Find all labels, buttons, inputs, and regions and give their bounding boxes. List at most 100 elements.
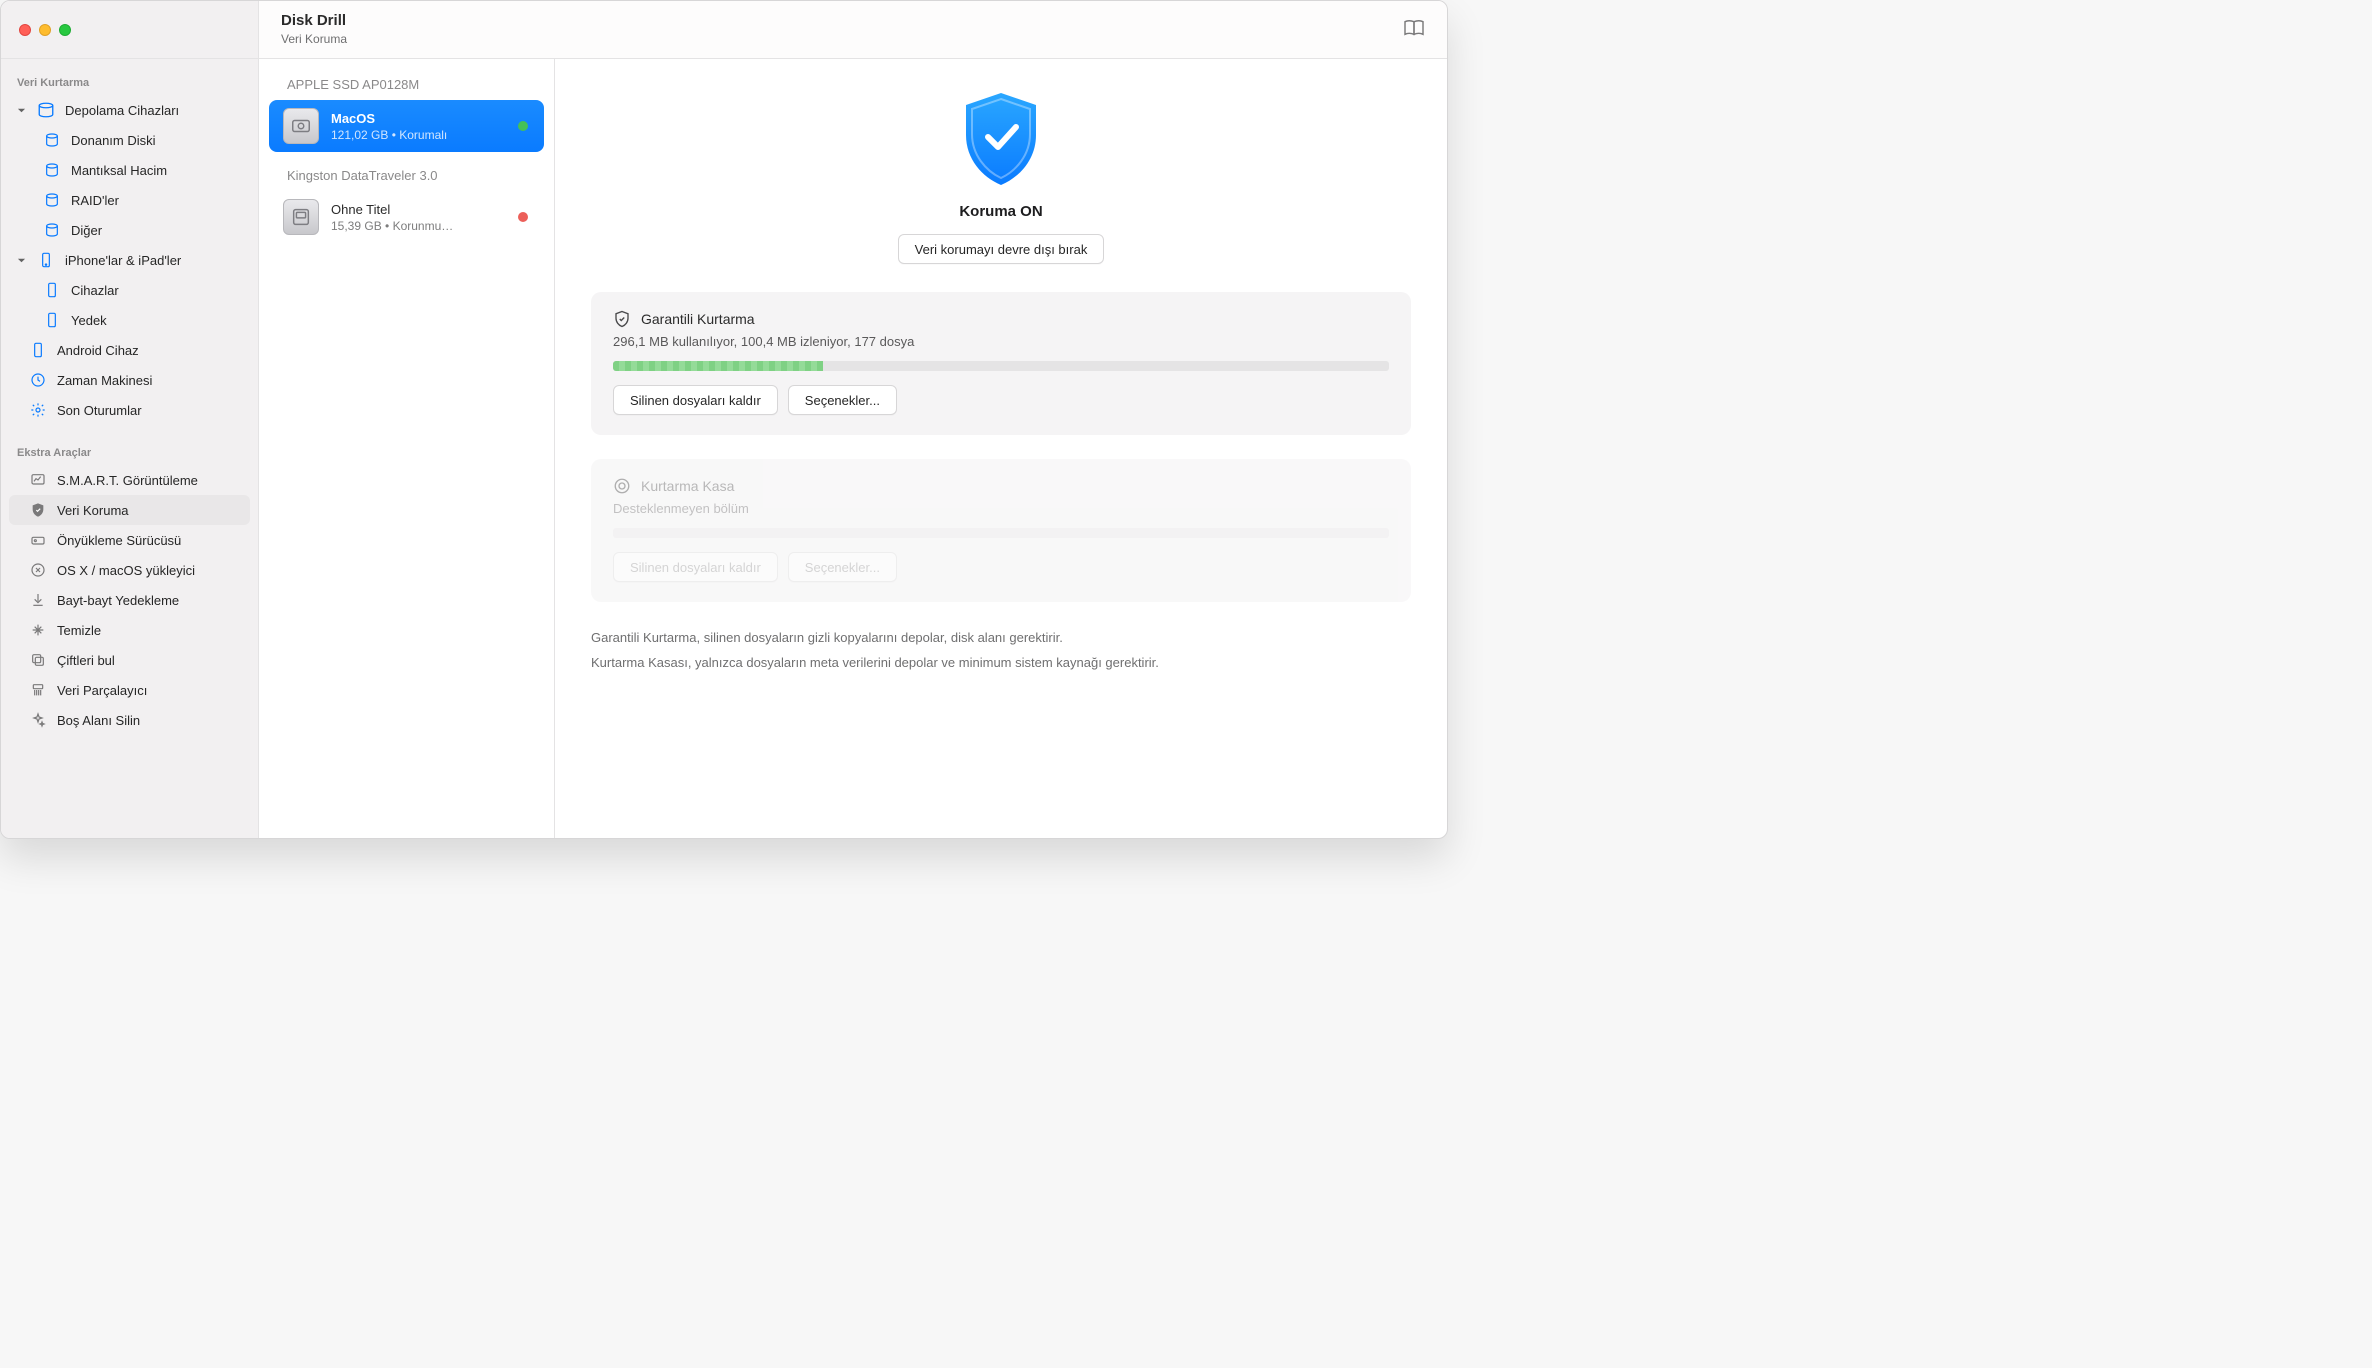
sidebar-section-recovery: Veri Kurtarma <box>9 73 250 95</box>
shred-icon <box>29 681 47 699</box>
options-button: Seçenekler... <box>788 552 897 582</box>
sidebar: Veri Kurtarma Depolama Cihazları Donanım… <box>1 59 259 838</box>
phone-icon <box>43 281 61 299</box>
footnote-line: Kurtarma Kasası, yalnızca dosyaların met… <box>591 651 1411 676</box>
disable-protection-button[interactable]: Veri korumayı devre dışı bırak <box>898 234 1105 264</box>
sidebar-item-label: Cihazlar <box>71 283 119 298</box>
volume-icon <box>283 199 319 235</box>
sidebar-item-timemachine[interactable]: Zaman Makinesi <box>9 365 250 395</box>
sidebar-item-other[interactable]: Diğer <box>9 215 250 245</box>
usage-bar-fill <box>613 361 823 371</box>
options-button[interactable]: Seçenekler... <box>788 385 897 415</box>
sidebar-parent-storage[interactable]: Depolama Cihazları <box>9 95 250 125</box>
sidebar-item-label: Veri Parçalayıcı <box>57 683 147 698</box>
sidebar-item-label: Android Cihaz <box>57 343 139 358</box>
chart-icon <box>29 471 47 489</box>
disk-icon <box>43 221 61 239</box>
app-subtitle: Veri Koruma <box>281 32 347 46</box>
sidebar-parent-label: iPhone'lar & iPad'ler <box>65 253 181 268</box>
sidebar-item-label: Son Oturumlar <box>57 403 142 418</box>
vault-icon <box>613 477 631 495</box>
sidebar-item-shredder[interactable]: Veri Parçalayıcı <box>9 675 250 705</box>
titlebar: Disk Drill Veri Koruma <box>1 1 1447 59</box>
volume-row-macos[interactable]: MacOS 121,02 GB • Korumalı <box>269 100 544 152</box>
disk-icon <box>43 161 61 179</box>
sidebar-item-osx-installer[interactable]: OS X / macOS yükleyici <box>9 555 250 585</box>
sparkle-icon <box>29 621 47 639</box>
volume-title: Ohne Titel <box>331 202 453 217</box>
sidebar-item-devices[interactable]: Cihazlar <box>9 275 250 305</box>
app-window: Disk Drill Veri Koruma Veri Kurtarma <box>0 0 1448 839</box>
panel-title: Kurtarma Kasa <box>641 478 734 494</box>
titlebar-center: Disk Drill Veri Koruma <box>259 1 1447 58</box>
device-group-header: Kingston DataTraveler 3.0 <box>269 160 544 191</box>
phone-icon <box>37 251 55 269</box>
status-dot-icon <box>518 212 528 222</box>
panel-subtitle: Desteklenmeyen bölüm <box>613 501 1389 516</box>
sidebar-item-label: Bayt-bayt Yedekleme <box>57 593 179 608</box>
sidebar-parent-label: Depolama Cihazları <box>65 103 179 118</box>
shield-check-icon <box>958 89 1044 189</box>
sidebar-item-data-protection[interactable]: Veri Koruma <box>9 495 250 525</box>
shield-icon <box>29 501 47 519</box>
traffic-lights <box>1 1 259 58</box>
sidebar-item-erase-freespace[interactable]: Boş Alanı Silin <box>9 705 250 735</box>
minimize-icon[interactable] <box>39 24 51 36</box>
phone-icon <box>29 341 47 359</box>
device-group-header: APPLE SSD AP0128M <box>269 69 544 100</box>
sparkle-icon <box>29 711 47 729</box>
sidebar-item-label: Önyükleme Sürücüsü <box>57 533 181 548</box>
chevron-down-icon <box>17 256 27 265</box>
remove-deleted-button: Silinen dosyaları kaldır <box>613 552 778 582</box>
sidebar-item-backup[interactable]: Yedek <box>9 305 250 335</box>
sidebar-item-logical-volume[interactable]: Mantıksal Hacim <box>9 155 250 185</box>
sidebar-section-tools: Ekstra Araçlar <box>9 443 250 465</box>
shield-outline-icon <box>613 310 631 328</box>
volume-row-ohne-titel[interactable]: Ohne Titel 15,39 GB • Korunmu… <box>269 191 544 243</box>
sidebar-item-label: Diğer <box>71 223 102 238</box>
sidebar-item-duplicates[interactable]: Çiftleri bul <box>9 645 250 675</box>
sidebar-item-label: S.M.A.R.T. Görüntüleme <box>57 473 198 488</box>
sidebar-item-label: Donanım Diski <box>71 133 156 148</box>
help-book-icon[interactable] <box>1403 19 1425 40</box>
volume-subtitle: 121,02 GB • Korumalı <box>331 128 447 142</box>
usage-bar <box>613 361 1389 371</box>
drive-icon <box>29 531 47 549</box>
sidebar-item-label: Temizle <box>57 623 101 638</box>
disk-icon <box>43 131 61 149</box>
panel-recovery-vault: Kurtarma Kasa Desteklenmeyen bölüm Silin… <box>591 459 1411 602</box>
sidebar-item-label: Zaman Makinesi <box>57 373 152 388</box>
volume-title: MacOS <box>331 111 447 126</box>
sidebar-item-hardware-disk[interactable]: Donanım Diski <box>9 125 250 155</box>
protection-status: Koruma ON <box>959 203 1042 220</box>
footnote-line: Garantili Kurtarma, silinen dosyaların g… <box>591 626 1411 651</box>
volume-icon <box>283 108 319 144</box>
sidebar-item-label: OS X / macOS yükleyici <box>57 563 195 578</box>
protection-hero: Koruma ON Veri korumayı devre dışı bırak <box>591 89 1411 264</box>
sidebar-item-label: Mantıksal Hacim <box>71 163 167 178</box>
phone-icon <box>43 311 61 329</box>
sidebar-item-sessions[interactable]: Son Oturumlar <box>9 395 250 425</box>
remove-deleted-button[interactable]: Silinen dosyaları kaldır <box>613 385 778 415</box>
sidebar-item-label: Veri Koruma <box>57 503 129 518</box>
sidebar-item-cleanup[interactable]: Temizle <box>9 615 250 645</box>
sidebar-item-byte-backup[interactable]: Bayt-bayt Yedekleme <box>9 585 250 615</box>
sidebar-item-raid[interactable]: RAID'ler <box>9 185 250 215</box>
sidebar-item-android[interactable]: Android Cihaz <box>9 335 250 365</box>
chevron-down-icon <box>17 106 27 115</box>
status-dot-icon <box>518 121 528 131</box>
volume-subtitle: 15,39 GB • Korunmu… <box>331 219 453 233</box>
disk-icon <box>37 101 55 119</box>
sidebar-parent-iphones[interactable]: iPhone'lar & iPad'ler <box>9 245 250 275</box>
panel-subtitle: 296,1 MB kullanılıyor, 100,4 MB izleniyo… <box>613 334 1389 349</box>
close-icon[interactable] <box>19 24 31 36</box>
sidebar-item-label: Çiftleri bul <box>57 653 115 668</box>
footnote: Garantili Kurtarma, silinen dosyaların g… <box>591 626 1411 675</box>
sidebar-item-smart[interactable]: S.M.A.R.T. Görüntüleme <box>9 465 250 495</box>
sidebar-item-label: Boş Alanı Silin <box>57 713 140 728</box>
detail-pane: Koruma ON Veri korumayı devre dışı bırak… <box>555 59 1447 838</box>
maximize-icon[interactable] <box>59 24 71 36</box>
sidebar-item-boot-drive[interactable]: Önyükleme Sürücüsü <box>9 525 250 555</box>
sidebar-item-label: RAID'ler <box>71 193 119 208</box>
usage-bar <box>613 528 1389 538</box>
